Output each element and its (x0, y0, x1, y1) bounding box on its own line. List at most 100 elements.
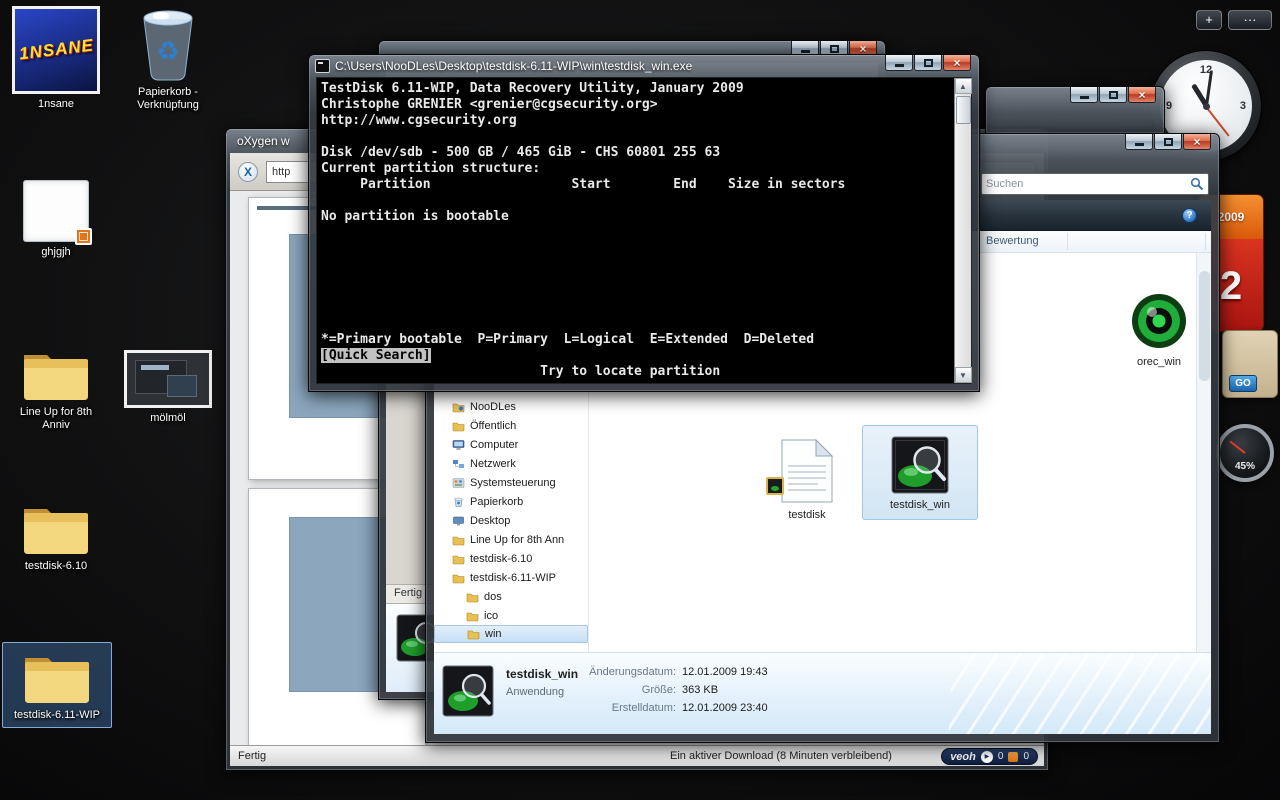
tree-label: Computer (470, 438, 519, 451)
slideshow-gadget[interactable]: GO (1222, 330, 1278, 398)
close-button[interactable]: × (1128, 87, 1156, 103)
console-screen[interactable]: TestDisk 6.11-WIP, Data Recovery Utility… (316, 77, 972, 384)
folder-icon (5, 649, 109, 705)
document-icon (23, 180, 92, 245)
rss-icon[interactable] (1008, 751, 1019, 762)
search-box[interactable] (981, 173, 1209, 195)
console-titlebar[interactable]: C:\Users\NooDLes\Desktop\testdisk-6.11-W… (309, 55, 979, 77)
close-button[interactable]: × (943, 55, 971, 71)
close-button[interactable]: × (1183, 134, 1211, 150)
icon-label: mölmöl (150, 412, 186, 424)
minimize-button[interactable] (1070, 87, 1098, 103)
tree-item-oeffentlich[interactable]: Öffentlich (434, 416, 588, 435)
tree-item-noodles[interactable]: NooDLes (434, 397, 588, 416)
tree-label: Papierkorb (470, 495, 524, 508)
veoh-mini-player[interactable]: veoh ▶ 0 0 (941, 748, 1038, 765)
scroll-thumb[interactable] (955, 96, 971, 124)
desktop-icon-testdisk-610-folder[interactable]: testdisk-6.10 (8, 500, 104, 573)
icon-label: 1nsane (37, 98, 75, 110)
desktop: 1NSANE 1nsane ♻ Papierkorb - Verknüpfung… (0, 0, 1280, 800)
icon-label: Line Up for 8th Anniv (19, 406, 93, 431)
property-value: 12.01.2009 19:43 (682, 666, 768, 678)
tree-label: Netzwerk (470, 457, 516, 470)
details-pane: testdisk_win Anwendung Änderungsdatum: 1… (434, 652, 1211, 734)
app-badge-icon (766, 477, 784, 495)
file-orec-win[interactable]: orec_win (1114, 291, 1204, 368)
icon-label: testdisk-6.11-WIP (14, 709, 100, 721)
tree-label: Desktop (470, 514, 511, 527)
scroll-down-arrow[interactable]: ▼ (954, 367, 972, 383)
desktop-icon-line-up-folder[interactable]: Line Up for 8th Anniv (8, 346, 104, 432)
background-window-fragment: × (985, 86, 1165, 134)
console-scrollbar[interactable]: ▲ ▼ (954, 78, 972, 383)
file-label: testdisk (788, 509, 826, 521)
cpu-dial: 45% (1216, 424, 1274, 482)
tree-item-computer[interactable]: Computer (434, 435, 588, 454)
tree-item-ico[interactable]: ico (434, 606, 588, 625)
status-text: Fertig (238, 750, 267, 762)
property-label: Änderungsdatum: (589, 666, 676, 678)
desktop-icon-molmol[interactable]: mölmöl (118, 350, 218, 425)
control-panel-icon (452, 477, 465, 488)
tree-item-systemsteuerung[interactable]: Systemsteuerung (434, 473, 588, 492)
help-button[interactable]: ? (1182, 208, 1197, 223)
play-icon[interactable]: ▶ (980, 750, 993, 763)
console-icon (315, 59, 330, 73)
quick-search-option[interactable]: [Quick Search] (321, 348, 431, 363)
file-testdisk[interactable]: testdisk (762, 438, 852, 521)
tree-label: dos (484, 590, 502, 603)
maximize-button[interactable] (1154, 134, 1182, 150)
clock-numeral: 3 (1239, 100, 1246, 112)
sidebar-controls: + ··· (1196, 10, 1272, 30)
tree-item-dos[interactable]: dos (434, 587, 588, 606)
scroll-up-arrow[interactable]: ▲ (954, 78, 972, 94)
details-file-name: testdisk_win (506, 667, 579, 681)
recycle-bin-icon: ♻ (118, 6, 218, 82)
tree-item-line-up-folder[interactable]: Line Up for 8th Ann (434, 530, 588, 549)
file-testdisk-win[interactable]: testdisk_win (862, 425, 978, 520)
veoh-logo: veoh (950, 750, 976, 763)
tree-item-papierkorb[interactable]: Papierkorb (434, 492, 588, 511)
tree-item-testdisk-611[interactable]: testdisk-6.11-WIP (434, 568, 588, 587)
folder-icon (452, 555, 465, 564)
desktop-icon-1nsane[interactable]: 1NSANE 1nsane (8, 6, 104, 111)
testdisk-app-icon (891, 436, 949, 494)
desktop-icon-ghjgjh[interactable]: ghjgjh (10, 180, 102, 259)
cpu-meter-gadget[interactable]: 45% (1216, 424, 1278, 494)
1nsane-icon: 1NSANE (12, 6, 100, 94)
folder-icon (466, 612, 479, 621)
icon-label: Papierkorb - Verknüpfung (137, 86, 199, 111)
maximize-button[interactable] (914, 55, 942, 71)
minimize-button[interactable] (885, 55, 913, 71)
maximize-button[interactable] (1099, 87, 1127, 103)
console-text-area: TestDisk 6.11-WIP, Data Recovery Utility… (317, 78, 954, 383)
add-gadget-button[interactable]: + (1196, 10, 1222, 30)
tree-item-netzwerk[interactable]: Netzwerk (434, 454, 588, 473)
search-input[interactable] (986, 178, 1190, 190)
clock-second-hand (1205, 105, 1230, 137)
minimize-button[interactable] (1125, 134, 1153, 150)
page-favicon-icon: X (238, 161, 258, 182)
folder-icon (8, 346, 104, 402)
desktop-icon-recycle-bin-shortcut[interactable]: ♻ Papierkorb - Verknüpfung (118, 6, 218, 112)
tree-label: Systemsteuerung (470, 476, 556, 489)
console-output: TestDisk 6.11-WIP, Data Recovery Utility… (321, 81, 846, 224)
icon-label: testdisk-6.10 (24, 560, 88, 572)
tree-item-win[interactable]: win (434, 625, 588, 643)
scroll-thumb[interactable] (1199, 271, 1210, 381)
gadget-pager-button[interactable]: ··· (1228, 10, 1272, 30)
tree-item-desktop[interactable]: Desktop (434, 511, 588, 530)
console-window: C:\Users\NooDLes\Desktop\testdisk-6.11-W… (308, 54, 980, 392)
property-label: Größe: (641, 684, 676, 696)
column-header-rating[interactable]: Bewertung (986, 235, 1039, 247)
tree-label: testdisk-6.11-WIP (470, 571, 556, 584)
background-window-titlebar[interactable]: × (986, 87, 1164, 109)
go-button[interactable]: GO (1229, 375, 1257, 392)
cpu-needle-icon (1229, 440, 1246, 454)
file-area-scrollbar[interactable] (1196, 253, 1211, 652)
tree-label: win (485, 628, 502, 640)
network-icon (453, 459, 464, 468)
tree-item-testdisk-610[interactable]: testdisk-6.10 (434, 549, 588, 568)
desktop-icon-testdisk-611-folder[interactable]: testdisk-6.11-WIP (2, 642, 112, 728)
firefox-title: oXygen w (237, 134, 290, 148)
